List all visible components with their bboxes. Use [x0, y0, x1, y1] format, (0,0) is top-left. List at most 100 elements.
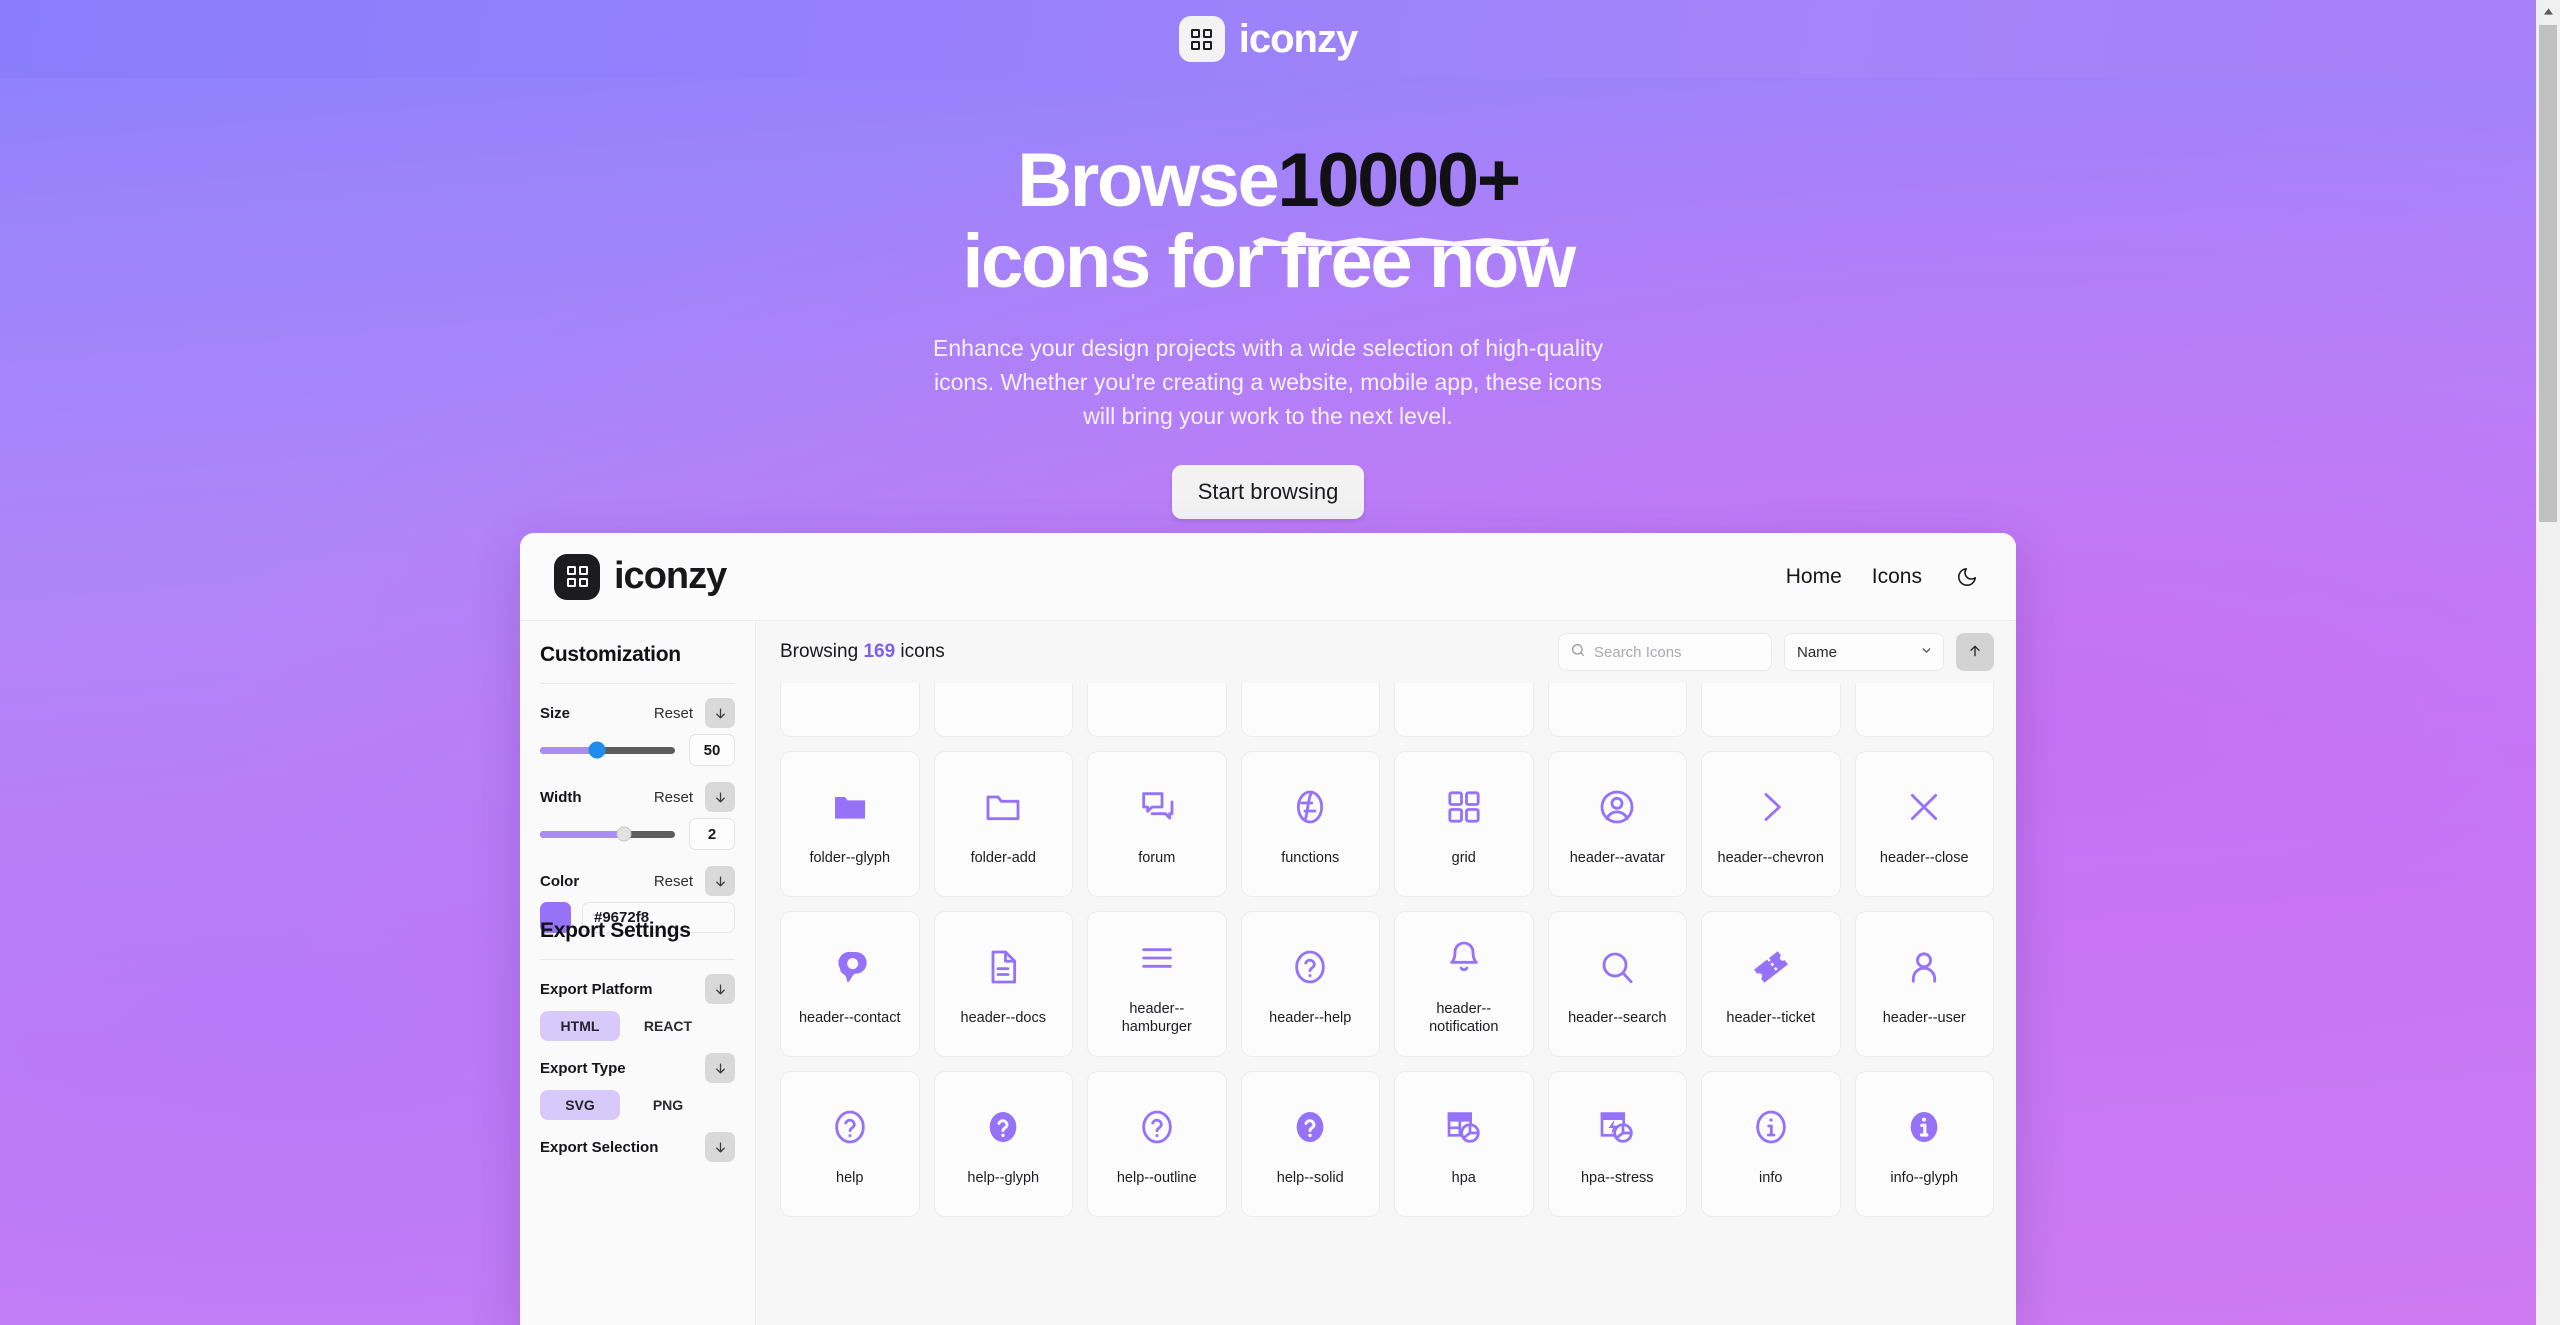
- export-selection-chevron-down-icon[interactable]: [705, 1132, 735, 1162]
- icon-cell[interactable]: header--ticket: [1701, 911, 1841, 1057]
- icon-cell[interactable]: header--chevron: [1701, 751, 1841, 897]
- page-scrollbar[interactable]: [2536, 0, 2560, 1325]
- logo-grid-icon: [1178, 16, 1225, 62]
- app-body: Customization Size Reset 50 Width Reset …: [520, 621, 2016, 1325]
- size-slider-row: 50: [540, 734, 735, 766]
- customization-title: Customization: [540, 643, 681, 666]
- export-platform-row: Export Platform: [540, 974, 735, 1004]
- icon-cell[interactable]: financial: [1701, 683, 1841, 737]
- chevron-right-icon: [1751, 781, 1791, 833]
- export-type-chevron-down-icon[interactable]: [705, 1053, 735, 1083]
- icon-cell[interactable]: favorite: [780, 683, 920, 737]
- icon-cell[interactable]: hpa: [1394, 1071, 1534, 1217]
- icon-name: grid: [1451, 849, 1476, 866]
- size-value[interactable]: 50: [689, 734, 735, 766]
- icon-name: info: [1759, 1169, 1783, 1186]
- icon-cell[interactable]: header--help: [1240, 911, 1380, 1057]
- icon-cell[interactable]: finance: [1547, 683, 1687, 737]
- icon-cell[interactable]: help--solid: [1240, 1071, 1380, 1217]
- app-window: iconzy Home Icons Customization Size Res…: [520, 533, 2016, 1325]
- icon-cell[interactable]: header--search: [1547, 911, 1687, 1057]
- size-collapse-chevron-down-icon[interactable]: [705, 698, 735, 728]
- icon-name: header--notification: [1429, 1000, 1499, 1035]
- icon-name: help--glyph: [967, 1169, 1040, 1186]
- icon-cell[interactable]: folder: [1854, 683, 1994, 737]
- size-slider[interactable]: [540, 741, 675, 759]
- export-type-option-svg[interactable]: SVG: [540, 1090, 620, 1120]
- export-type-options: SVG PNG: [540, 1090, 735, 1120]
- sort-select[interactable]: Name: [1784, 633, 1944, 671]
- icon-cell[interactable]: header--hamburger: [1087, 911, 1227, 1057]
- icon-cell[interactable]: header--notification: [1394, 911, 1534, 1057]
- icon-cell[interactable]: header--user: [1854, 911, 1994, 1057]
- nav-item-home[interactable]: Home: [1786, 565, 1842, 589]
- functions-icon: [1290, 781, 1330, 833]
- icon-grid: folder--glyph folder-add forum functions gri…: [780, 751, 1994, 1217]
- export-selection-row: Export Selection: [540, 1132, 735, 1162]
- app-logo-grid-icon: [554, 553, 600, 600]
- icon-cell[interactable]: favorite--solid: [1087, 683, 1227, 737]
- icon-name: functions: [1281, 849, 1340, 866]
- icon-cell[interactable]: header--contact: [780, 911, 920, 1057]
- size-label: Size: [540, 704, 571, 722]
- site-logo[interactable]: iconzy: [1178, 16, 1358, 62]
- icon-cell[interactable]: folder-add: [933, 751, 1073, 897]
- icon-cell[interactable]: forum: [1087, 751, 1227, 897]
- size-reset-button[interactable]: Reset: [654, 705, 693, 722]
- width-value[interactable]: 2: [689, 818, 735, 850]
- export-platform-option-react[interactable]: REACT: [628, 1011, 708, 1041]
- browsing-prefix: Browsing: [780, 641, 859, 662]
- icon-browser: Browsing 169 icons Name: [756, 621, 2016, 1325]
- width-slider[interactable]: [540, 826, 675, 842]
- icon-cell[interactable]: grid: [1394, 751, 1534, 897]
- icon-name: hpa: [1451, 1169, 1476, 1186]
- icon-name: header--close: [1879, 849, 1969, 866]
- icon-cell[interactable]: help--glyph: [933, 1071, 1073, 1217]
- start-browsing-button[interactable]: Start browsing: [1171, 464, 1365, 519]
- scroll-up-arrow-icon[interactable]: [2536, 0, 2560, 22]
- width-collapse-chevron-down-icon[interactable]: [705, 782, 735, 812]
- size-control-row: Size Reset: [540, 698, 735, 728]
- icon-cell[interactable]: filter: [1240, 683, 1380, 737]
- export-platform-chevron-down-icon[interactable]: [705, 974, 735, 1004]
- search-input[interactable]: [1594, 643, 1793, 661]
- app-brand-name: iconzy: [614, 555, 727, 597]
- nav-item-icons[interactable]: Icons: [1872, 565, 1922, 589]
- search-box[interactable]: [1558, 633, 1793, 671]
- icon-cell[interactable]: header--close: [1854, 751, 1994, 897]
- width-slider-row: 2: [540, 818, 735, 850]
- icon-cell[interactable]: folder--glyph: [780, 751, 920, 897]
- icon-cell[interactable]: header--docs: [933, 911, 1073, 1057]
- hero-paragraph: Enhance your design projects with a wide…: [933, 334, 1603, 429]
- width-reset-button[interactable]: Reset: [654, 789, 693, 806]
- color-reset-button[interactable]: Reset: [654, 873, 693, 890]
- color-collapse-chevron-down-icon[interactable]: [705, 866, 735, 896]
- icon-grid-row-partial: favoritefavorite--outline favorite--solid…: [780, 683, 1994, 737]
- sort-direction-button[interactable]: [1956, 633, 1994, 671]
- site-brand-name: iconzy: [1238, 16, 1358, 61]
- page-scrollbar-thumb[interactable]: [2539, 25, 2557, 522]
- icon-cell[interactable]: info: [1701, 1071, 1841, 1217]
- icon-cell[interactable]: help--outline: [1087, 1071, 1227, 1217]
- icon-cell[interactable]: favorite--outline: [933, 683, 1073, 737]
- app-logo[interactable]: iconzy: [554, 553, 727, 600]
- avatar-circle-icon: [1597, 781, 1637, 833]
- help-solid-icon: [983, 1101, 1023, 1153]
- icon-cell[interactable]: functions: [1240, 751, 1380, 897]
- icon-cell[interactable]: help: [780, 1071, 920, 1217]
- color-label: Color: [540, 872, 580, 890]
- icon-cell[interactable]: info--glyph: [1854, 1071, 1994, 1217]
- app-header: iconzy Home Icons: [520, 533, 2016, 621]
- theme-toggle-moon-icon[interactable]: [1952, 562, 1982, 592]
- color-control-row: Color Reset: [540, 866, 735, 896]
- icon-cell[interactable]: header--avatar: [1547, 751, 1687, 897]
- icon-cell[interactable]: hpa--stress: [1547, 1071, 1687, 1217]
- export-platform-option-html[interactable]: HTML: [540, 1011, 620, 1041]
- browsing-count: 169: [863, 641, 896, 662]
- user-icon: [1904, 941, 1944, 993]
- export-type-option-png[interactable]: PNG: [628, 1090, 708, 1120]
- icon-cell[interactable]: filter--glyph: [1394, 683, 1534, 737]
- icon-grid-scroll-area[interactable]: favoritefavorite--outline favorite--solid…: [756, 683, 2016, 1325]
- icon-name: help--solid: [1276, 1169, 1344, 1186]
- chevron-down-icon: [1920, 644, 1933, 661]
